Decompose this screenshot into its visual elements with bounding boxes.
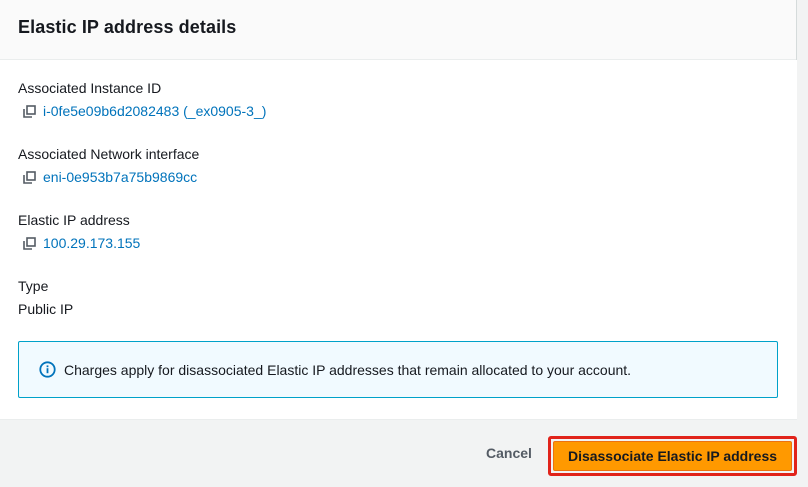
field-value-elastic-ip: 100.29.173.155: [18, 235, 140, 251]
instance-id-link[interactable]: i-0fe5e09b6d2082483 (_ex0905-3_): [43, 103, 266, 119]
field-network-interface: Associated Network interface eni-0e953b7…: [18, 146, 199, 185]
field-instance-id: Associated Instance ID i-0fe5e09b6d20824…: [18, 80, 266, 119]
modal-header: Elastic IP address details: [0, 0, 796, 60]
elastic-ip-link[interactable]: 100.29.173.155: [43, 235, 140, 251]
elastic-ip-details-modal: Elastic IP address details Associated In…: [0, 0, 797, 487]
modal-title: Elastic IP address details: [18, 17, 237, 37]
info-alert-text: Charges apply for disassociated Elastic …: [64, 361, 632, 378]
info-alert: Charges apply for disassociated Elastic …: [18, 341, 778, 398]
info-icon: [39, 361, 56, 378]
type-value: Public IP: [18, 301, 74, 317]
field-label-elastic-ip: Elastic IP address: [18, 212, 130, 228]
field-value-type: Public IP: [18, 301, 73, 317]
disassociate-button[interactable]: Disassociate Elastic IP address: [553, 441, 792, 471]
primary-button-highlight: Disassociate Elastic IP address: [548, 436, 797, 476]
modal-body: Associated Instance ID i-0fe5e09b6d20824…: [0, 60, 797, 419]
copy-icon[interactable]: [22, 236, 36, 250]
cancel-button[interactable]: Cancel: [476, 445, 542, 461]
field-label-network-interface: Associated Network interface: [18, 146, 200, 162]
copy-icon[interactable]: [22, 170, 36, 184]
field-elastic-ip: Elastic IP address 100.29.173.155: [18, 212, 140, 251]
copy-icon[interactable]: [22, 104, 36, 118]
modal-footer: Cancel Disassociate Elastic IP address: [0, 419, 797, 487]
field-value-network-interface: eni-0e953b7a75b9869cc: [18, 169, 199, 185]
network-interface-link[interactable]: eni-0e953b7a75b9869cc: [43, 169, 197, 185]
field-label-type: Type: [18, 278, 49, 294]
field-value-instance-id: i-0fe5e09b6d2082483 (_ex0905-3_): [18, 103, 266, 119]
field-type: Type Public IP: [18, 278, 73, 317]
field-label-instance-id: Associated Instance ID: [18, 80, 162, 96]
